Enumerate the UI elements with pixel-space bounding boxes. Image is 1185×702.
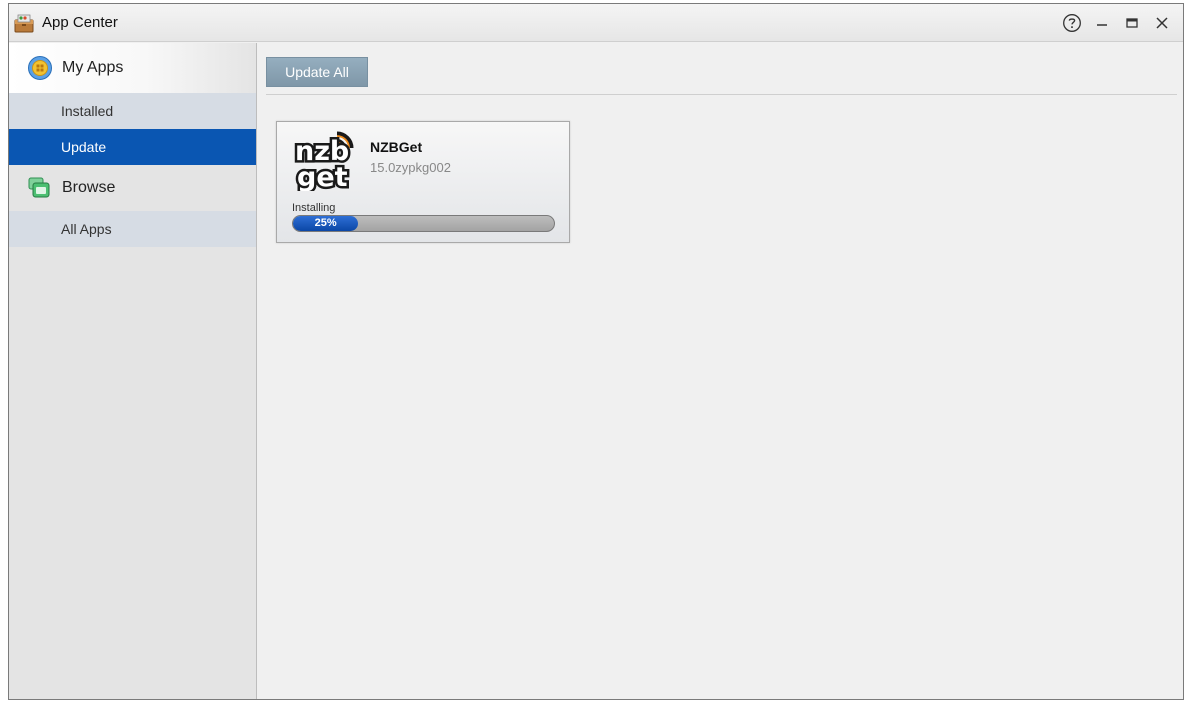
window-title: App Center xyxy=(42,14,118,31)
minimize-icon[interactable] xyxy=(1087,8,1117,38)
sidebar-section-label: My Apps xyxy=(62,59,124,76)
sidebar-section-browse[interactable]: Browse xyxy=(9,165,256,211)
maximize-icon[interactable] xyxy=(1117,8,1147,38)
browse-icon xyxy=(28,177,50,198)
sidebar-item-installed[interactable]: Installed xyxy=(9,93,256,129)
install-status: Installing xyxy=(292,202,336,214)
app-center-icon xyxy=(14,14,34,32)
sidebar-item-all-apps[interactable]: All Apps xyxy=(9,211,256,247)
sidebar-section-my-apps[interactable]: My Apps xyxy=(9,43,256,93)
app-center-window: App Center My Apps Installed Update Brow… xyxy=(8,3,1184,700)
install-progress-bar: 25% xyxy=(292,215,555,232)
app-version: 15.0zypkg002 xyxy=(370,160,451,175)
window-controls xyxy=(1057,4,1177,42)
help-icon[interactable] xyxy=(1057,8,1087,38)
main-panel: Update All nzb get NZBGet 15.0zypkg002 I… xyxy=(258,43,1183,699)
title-bar: App Center xyxy=(9,4,1183,42)
close-icon[interactable] xyxy=(1147,8,1177,38)
sidebar: My Apps Installed Update Browse All Apps xyxy=(9,43,257,699)
app-card[interactable]: nzb get NZBGet 15.0zypkg002 Installing 2… xyxy=(276,121,570,243)
my-apps-icon xyxy=(28,56,52,80)
sidebar-section-label: Browse xyxy=(62,179,116,196)
svg-text:get: get xyxy=(297,162,348,191)
app-name: NZBGet xyxy=(370,139,423,155)
nzbget-logo: nzb get xyxy=(294,131,354,191)
sidebar-item-update[interactable]: Update xyxy=(9,129,256,165)
progress-label: 25% xyxy=(314,217,337,229)
toolbar: Update All xyxy=(266,57,1177,95)
update-all-button[interactable]: Update All xyxy=(266,57,368,87)
